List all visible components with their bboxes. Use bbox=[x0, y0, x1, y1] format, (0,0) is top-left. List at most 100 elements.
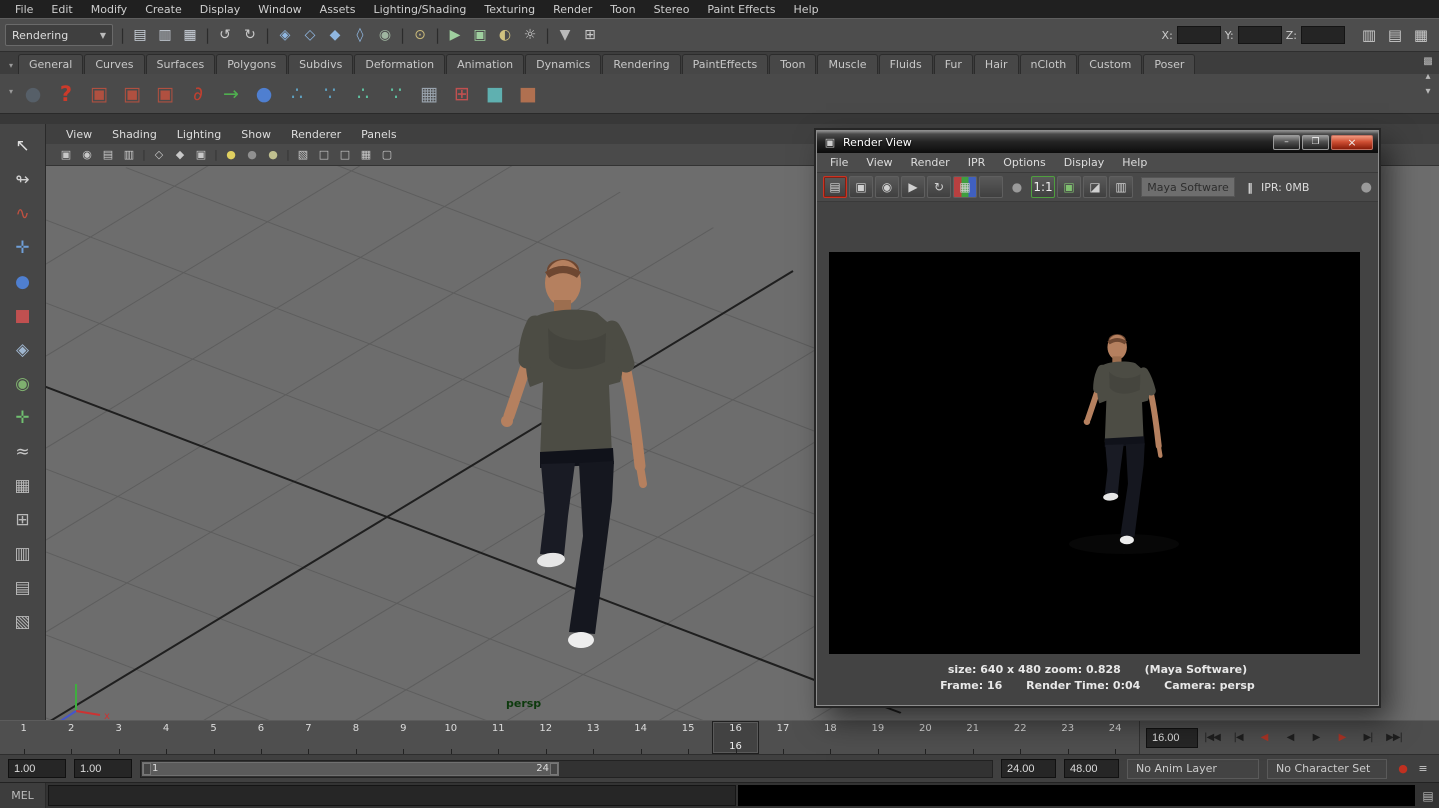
select-camera-icon[interactable]: ▣ bbox=[56, 146, 76, 164]
open-scene-icon[interactable]: ▥ bbox=[153, 22, 177, 48]
timeline-tick[interactable]: 14 bbox=[617, 721, 664, 754]
timeline-tick[interactable]: 3 bbox=[95, 721, 142, 754]
close-button[interactable]: × bbox=[1331, 135, 1373, 150]
time-slider[interactable]: 16 1234567891011121314151617181920212223… bbox=[0, 721, 1140, 754]
camera-aim-icon[interactable]: ▣ bbox=[117, 79, 147, 109]
menu-item[interactable]: Help bbox=[785, 3, 828, 16]
shelf-tab[interactable]: Muscle bbox=[817, 54, 877, 74]
textured-icon[interactable]: ▣ bbox=[191, 146, 211, 164]
lasso-select-tool[interactable]: ↬ bbox=[6, 164, 40, 195]
menu-item[interactable]: Edit bbox=[42, 3, 81, 16]
polygon-cube-icon[interactable]: ■ bbox=[480, 79, 510, 109]
render-view-titlebar[interactable]: ▣ Render View – ❐ × bbox=[817, 131, 1378, 153]
shelf-tab[interactable]: Surfaces bbox=[146, 54, 216, 74]
timeline-tick[interactable]: 23 bbox=[1044, 721, 1091, 754]
go-to-start-button[interactable]: |◀◀ bbox=[1200, 727, 1224, 749]
soft-modification-tool[interactable]: ◉ bbox=[6, 368, 40, 399]
wireframe-icon[interactable]: ◇ bbox=[149, 146, 169, 164]
panel-menu-item[interactable]: Renderer bbox=[281, 128, 351, 141]
panel-menu-item[interactable]: Show bbox=[231, 128, 281, 141]
camera-up-icon[interactable]: ▣ bbox=[150, 79, 180, 109]
y-coordinate-input[interactable] bbox=[1238, 26, 1282, 44]
shelf-tab[interactable]: Deformation bbox=[354, 54, 445, 74]
lock-camera-icon[interactable]: ◉ bbox=[77, 146, 97, 164]
timeline-tick[interactable]: 7 bbox=[285, 721, 332, 754]
playback-range-bar[interactable]: 1 24 bbox=[142, 762, 559, 776]
toggle-channel-box-icon[interactable]: ▦ bbox=[1408, 22, 1434, 48]
timeline-tick[interactable]: 11 bbox=[475, 721, 522, 754]
render-view-menu-item[interactable]: File bbox=[821, 156, 857, 169]
edit-region-icon[interactable]: ◪ bbox=[1083, 176, 1107, 198]
timeline-tick[interactable]: 16 bbox=[712, 721, 759, 754]
render-view-menu-item[interactable]: Help bbox=[1113, 156, 1156, 169]
shelf-scroll-down-icon[interactable]: ▾ bbox=[1420, 84, 1436, 98]
character-set-dropdown[interactable]: No Character Set bbox=[1267, 759, 1387, 779]
command-line-input[interactable] bbox=[48, 785, 736, 806]
isolate-select-icon[interactable]: ▧ bbox=[293, 146, 313, 164]
shelf-tab[interactable]: Polygons bbox=[216, 54, 287, 74]
timeline-tick[interactable]: 21 bbox=[949, 721, 996, 754]
timeline-tick[interactable]: 18 bbox=[807, 721, 854, 754]
resolution-gate-icon[interactable]: □ bbox=[314, 146, 334, 164]
shading-network-2-icon[interactable]: ∵ bbox=[315, 79, 345, 109]
playback-start-input[interactable] bbox=[74, 759, 132, 778]
shelf-tab[interactable]: General bbox=[18, 54, 83, 74]
safe-action-icon[interactable]: ▢ bbox=[377, 146, 397, 164]
new-scene-icon[interactable]: ▤ bbox=[128, 22, 152, 48]
rendered-image[interactable] bbox=[829, 252, 1360, 654]
blinn-sphere-icon[interactable]: ● bbox=[249, 79, 279, 109]
keep-image-icon[interactable]: ▥ bbox=[1109, 176, 1133, 198]
minimize-button[interactable]: – bbox=[1273, 135, 1300, 150]
step-back-frame-button[interactable]: |◀ bbox=[1226, 727, 1250, 749]
undo-icon[interactable]: ↺ bbox=[213, 22, 237, 48]
shelf-menu-icon[interactable]: ▾ bbox=[4, 61, 18, 74]
shelf-tab[interactable]: Rendering bbox=[602, 54, 680, 74]
show-manipulator-tool[interactable]: ✛ bbox=[6, 402, 40, 433]
z-coordinate-input[interactable] bbox=[1301, 26, 1345, 44]
shelf-tab[interactable]: Custom bbox=[1078, 54, 1142, 74]
shelf-tab[interactable]: Hair bbox=[974, 54, 1019, 74]
display-real-size-icon[interactable]: ▣ bbox=[1057, 176, 1081, 198]
timeline-tick[interactable]: 13 bbox=[569, 721, 616, 754]
step-back-key-button[interactable]: ◀ bbox=[1252, 727, 1276, 749]
shelf-tab[interactable]: Curves bbox=[84, 54, 144, 74]
shelf-tab[interactable]: Subdivs bbox=[288, 54, 353, 74]
render-current-frame-icon[interactable]: ▣ bbox=[468, 22, 492, 48]
menu-item[interactable]: Assets bbox=[311, 3, 365, 16]
timeline-tick[interactable]: 19 bbox=[854, 721, 901, 754]
render-view-menu-item[interactable]: Render bbox=[902, 156, 959, 169]
panel-menu-item[interactable]: Lighting bbox=[167, 128, 231, 141]
snap-to-curve-icon[interactable]: ◇ bbox=[298, 22, 322, 48]
redo-previous-render-icon[interactable]: ▣ bbox=[849, 176, 873, 198]
menu-item[interactable]: Modify bbox=[82, 3, 136, 16]
use-all-lights-icon[interactable]: ● bbox=[242, 146, 262, 164]
set-driven-key-icon[interactable]: ⊞ bbox=[447, 79, 477, 109]
shelf-scroll-up-icon[interactable]: ▴ bbox=[1420, 69, 1436, 83]
renderer-dropdown[interactable]: Maya Software bbox=[1141, 177, 1235, 197]
menu-item[interactable]: Stereo bbox=[645, 3, 699, 16]
shelf-tab[interactable]: Fur bbox=[934, 54, 973, 74]
shelf-tab[interactable]: nCloth bbox=[1020, 54, 1078, 74]
script-editor-icon[interactable]: ▤ bbox=[1417, 783, 1439, 808]
render-camera-icon[interactable]: ▣ bbox=[84, 79, 114, 109]
node-tree-icon[interactable]: ∴ bbox=[348, 79, 378, 109]
menu-item[interactable]: Texturing bbox=[475, 3, 544, 16]
range-slider-track[interactable]: 1 24 bbox=[140, 760, 993, 778]
layout-four-pane-button[interactable]: ⊞ bbox=[6, 504, 40, 535]
last-tool-used[interactable]: ≈ bbox=[6, 436, 40, 467]
sculpt-brush-icon[interactable]: ■ bbox=[513, 79, 543, 109]
smooth-shade-icon[interactable]: ◆ bbox=[170, 146, 190, 164]
shelf-options-icon[interactable]: ▾ bbox=[4, 87, 18, 100]
refresh-ipr-icon[interactable]: ↻ bbox=[927, 176, 951, 198]
redo-icon[interactable]: ↻ bbox=[238, 22, 262, 48]
timeline-tick[interactable]: 10 bbox=[427, 721, 474, 754]
render-view-menu-item[interactable]: Display bbox=[1055, 156, 1114, 169]
menu-item[interactable]: File bbox=[6, 3, 42, 16]
timeline-tick[interactable]: 15 bbox=[664, 721, 711, 754]
graph-editor-icon[interactable]: ▦ bbox=[414, 79, 444, 109]
scale-tool[interactable]: ■ bbox=[6, 300, 40, 331]
absolute-mode-icon[interactable]: ⊞ bbox=[578, 22, 602, 48]
ipr-render-icon[interactable]: ▶ bbox=[901, 176, 925, 198]
shelf-tab[interactable]: Toon bbox=[769, 54, 816, 74]
pause-ipr-icon[interactable]: ‖ bbox=[1241, 181, 1259, 194]
